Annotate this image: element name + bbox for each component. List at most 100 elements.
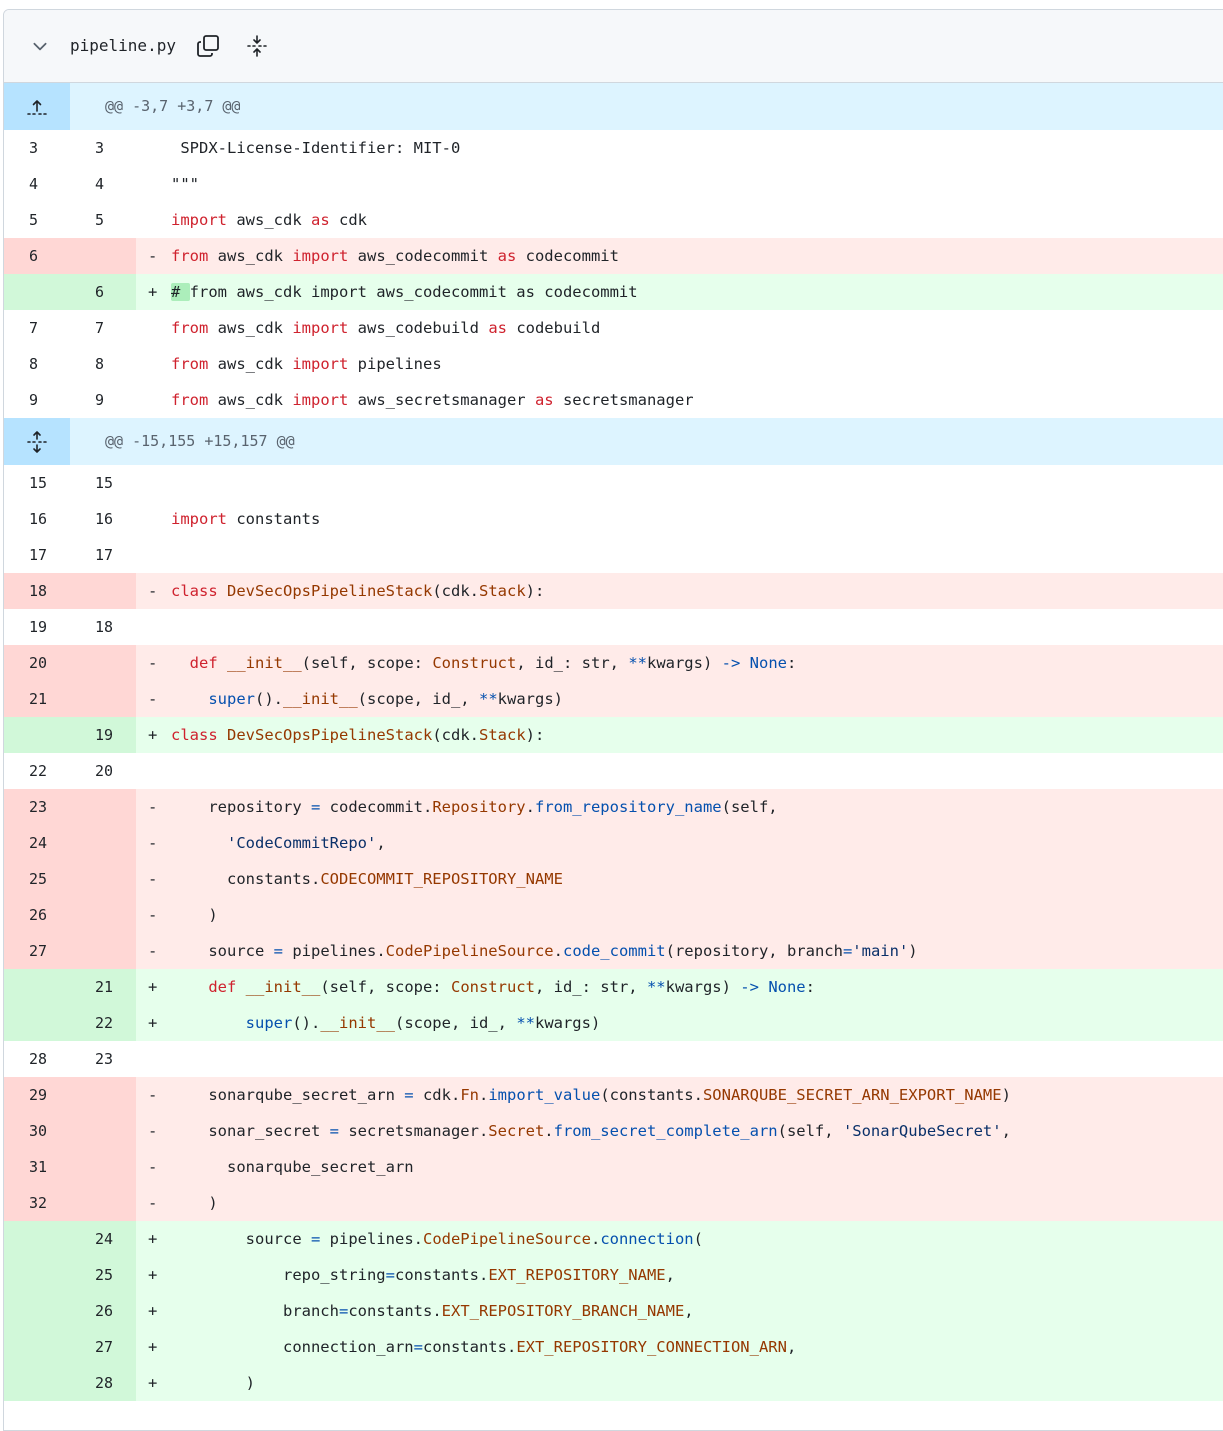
code-token: Construct	[432, 654, 517, 672]
old-line-number[interactable]: 25	[4, 861, 70, 897]
code-token: secretsmanager	[553, 391, 694, 409]
diff-marker: +	[148, 1266, 158, 1284]
new-line-number[interactable]	[70, 1077, 136, 1113]
old-line-number[interactable]: 32	[4, 1185, 70, 1221]
code-token: Stack	[479, 726, 526, 744]
old-line-number[interactable]: 29	[4, 1077, 70, 1113]
old-line-number[interactable]	[4, 1293, 70, 1329]
new-line-number[interactable]: 20	[70, 753, 136, 789]
old-line-number[interactable]	[4, 1365, 70, 1401]
old-line-number[interactable]	[4, 274, 70, 310]
new-line-number[interactable]: 7	[70, 310, 136, 346]
new-line-number[interactable]: 5	[70, 202, 136, 238]
code-token: ->	[721, 654, 741, 672]
new-line-number[interactable]	[70, 681, 136, 717]
new-line-number[interactable]: 28	[70, 1365, 136, 1401]
context-line: 15 15	[4, 465, 1223, 501]
old-line-number[interactable]: 24	[4, 825, 70, 861]
copy-icon[interactable]	[196, 34, 220, 58]
new-line-number[interactable]: 6	[70, 274, 136, 310]
old-line-number[interactable]: 15	[4, 465, 70, 501]
code-token: aws_cdk	[208, 355, 293, 373]
new-line-number[interactable]: 15	[70, 465, 136, 501]
new-line-number[interactable]: 25	[70, 1257, 136, 1293]
code-token: branch	[171, 1302, 339, 1320]
code-token: import	[292, 355, 349, 373]
new-line-number[interactable]	[70, 1185, 136, 1221]
old-line-number[interactable]: 26	[4, 897, 70, 933]
unfold-icon[interactable]	[245, 34, 269, 58]
diff-marker: +	[148, 1230, 158, 1248]
new-line-number[interactable]: 19	[70, 717, 136, 753]
old-line-number[interactable]	[4, 1005, 70, 1041]
new-line-number[interactable]	[70, 933, 136, 969]
diff-marker	[148, 310, 171, 346]
new-line-number[interactable]: 21	[70, 969, 136, 1005]
old-line-number[interactable]: 8	[4, 346, 70, 382]
new-line-number[interactable]: 9	[70, 382, 136, 418]
deleted-line: 32 - )	[4, 1185, 1223, 1221]
diff-marker: +	[148, 1014, 158, 1032]
code-token: ,	[376, 834, 386, 852]
new-line-number[interactable]: 16	[70, 501, 136, 537]
file-name[interactable]: pipeline.py	[70, 36, 176, 56]
chevron-down-icon[interactable]	[31, 37, 49, 55]
old-line-number[interactable]: 18	[4, 573, 70, 609]
deleted-line: 18 - class DevSecOpsPipelineStack(cdk.Stac…	[4, 573, 1223, 609]
new-line-number[interactable]: 26	[70, 1293, 136, 1329]
old-line-number[interactable]: 17	[4, 537, 70, 573]
old-line-number[interactable]	[4, 1257, 70, 1293]
old-line-number[interactable]: 23	[4, 789, 70, 825]
diff-marker	[148, 537, 171, 573]
new-line-number[interactable]: 3	[70, 130, 136, 166]
old-line-number[interactable]: 5	[4, 202, 70, 238]
old-line-number[interactable]: 22	[4, 753, 70, 789]
new-line-number[interactable]	[70, 238, 136, 274]
old-line-number[interactable]: 20	[4, 645, 70, 681]
new-line-number[interactable]	[70, 573, 136, 609]
code-token: **	[516, 1014, 535, 1032]
new-line-number[interactable]	[70, 1113, 136, 1149]
old-line-number[interactable]	[4, 1221, 70, 1257]
code-token: pipelines	[348, 355, 442, 373]
new-line-number[interactable]: 17	[70, 537, 136, 573]
old-line-number[interactable]: 21	[4, 681, 70, 717]
new-line-number[interactable]	[70, 645, 136, 681]
new-line-number[interactable]	[70, 897, 136, 933]
new-line-number[interactable]: 27	[70, 1329, 136, 1365]
code-token: from aws_cdk import aws_codecommit as co…	[189, 283, 638, 301]
old-line-number[interactable]	[4, 717, 70, 753]
diff-marker	[148, 130, 171, 166]
old-line-number[interactable]: 27	[4, 933, 70, 969]
new-line-number[interactable]: 23	[70, 1041, 136, 1077]
expand-up-button[interactable]	[4, 83, 70, 130]
old-line-number[interactable]	[4, 969, 70, 1005]
old-line-number[interactable]	[4, 1329, 70, 1365]
new-line-number[interactable]	[70, 1149, 136, 1185]
new-line-number[interactable]: 4	[70, 166, 136, 202]
expand-both-button[interactable]	[4, 418, 70, 465]
new-line-number[interactable]	[70, 789, 136, 825]
old-line-number[interactable]: 16	[4, 501, 70, 537]
old-line-number[interactable]: 28	[4, 1041, 70, 1077]
old-line-number[interactable]: 6	[4, 238, 70, 274]
diff-marker	[148, 501, 171, 537]
new-line-number[interactable]: 8	[70, 346, 136, 382]
new-line-number[interactable]: 24	[70, 1221, 136, 1257]
old-line-number[interactable]: 4	[4, 166, 70, 202]
old-line-number[interactable]: 7	[4, 310, 70, 346]
new-line-number[interactable]: 18	[70, 609, 136, 645]
diff-marker: -	[148, 654, 158, 672]
new-line-number[interactable]	[70, 825, 136, 861]
old-line-number[interactable]: 9	[4, 382, 70, 418]
old-line-number[interactable]: 19	[4, 609, 70, 645]
old-line-number[interactable]: 3	[4, 130, 70, 166]
old-line-number[interactable]: 31	[4, 1149, 70, 1185]
new-line-number[interactable]	[70, 861, 136, 897]
code-content	[136, 609, 1223, 645]
code-token: EXT_REPOSITORY_NAME	[488, 1266, 666, 1284]
new-line-number[interactable]: 22	[70, 1005, 136, 1041]
old-line-number[interactable]: 30	[4, 1113, 70, 1149]
